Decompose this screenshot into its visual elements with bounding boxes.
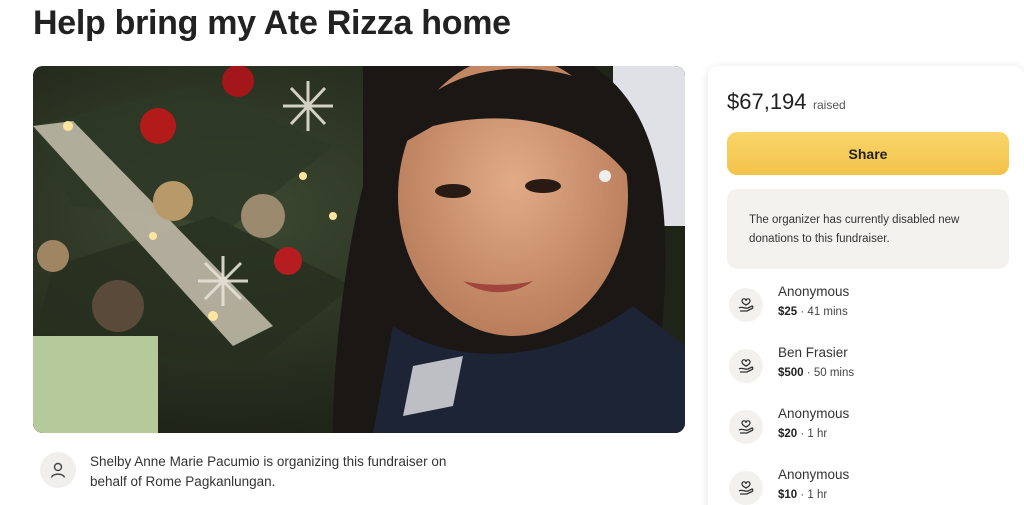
donations-disabled-notice: The organizer has currently disabled new… bbox=[727, 189, 1009, 269]
donation-heart-hand-icon bbox=[729, 288, 763, 322]
donation-amount: $10 bbox=[778, 489, 798, 501]
list-item: Anonymous $20 · 1 hr bbox=[727, 404, 1009, 465]
donor-name: Anonymous bbox=[778, 406, 850, 421]
page-title: Help bring my Ate Rizza home bbox=[33, 4, 511, 42]
share-button[interactable]: Share bbox=[727, 132, 1009, 175]
fundraiser-photo[interactable] bbox=[33, 66, 685, 433]
raised-amount: $67,194 bbox=[727, 89, 807, 114]
donation-heart-hand-icon bbox=[729, 349, 763, 383]
photo-illustration bbox=[33, 66, 685, 433]
donation-time: 50 mins bbox=[813, 367, 855, 379]
donation-amount: $20 bbox=[778, 428, 798, 440]
donation-meta: $20 · 1 hr bbox=[778, 428, 828, 440]
donation-meta: $500 · 50 mins bbox=[778, 367, 855, 379]
donation-sidebar: $67,194 raised Share The organizer has c… bbox=[708, 66, 1024, 505]
organizer-info: Shelby Anne Marie Pacumio is organizing … bbox=[40, 452, 480, 494]
recent-donations-list: Anonymous $25 · 41 mins Ben Frasier $500… bbox=[727, 282, 1009, 505]
raised-label: raised bbox=[812, 98, 846, 112]
donor-name: Ben Frasier bbox=[778, 345, 848, 360]
donation-heart-hand-icon bbox=[729, 471, 763, 505]
user-icon bbox=[50, 462, 66, 478]
amount-raised: $67,194 raised bbox=[727, 89, 846, 115]
donation-meta: $10 · 1 hr bbox=[778, 489, 828, 501]
donation-heart-hand-icon bbox=[729, 410, 763, 444]
donation-time: 1 hr bbox=[807, 489, 828, 501]
donation-amount: $500 bbox=[778, 367, 804, 379]
list-item: Anonymous $25 · 41 mins bbox=[727, 282, 1009, 343]
list-item: Ben Frasier $500 · 50 mins bbox=[727, 343, 1009, 404]
organizer-text: Shelby Anne Marie Pacumio is organizing … bbox=[90, 454, 447, 489]
donor-name: Anonymous bbox=[778, 284, 850, 299]
list-item: Anonymous $10 · 1 hr bbox=[727, 465, 1009, 505]
donor-name: Anonymous bbox=[778, 467, 850, 482]
avatar bbox=[40, 452, 76, 488]
donation-time: 41 mins bbox=[807, 306, 848, 318]
donation-amount: $25 bbox=[778, 306, 798, 318]
donation-time: 1 hr bbox=[807, 428, 828, 440]
donation-meta: $25 · 41 mins bbox=[778, 306, 848, 318]
